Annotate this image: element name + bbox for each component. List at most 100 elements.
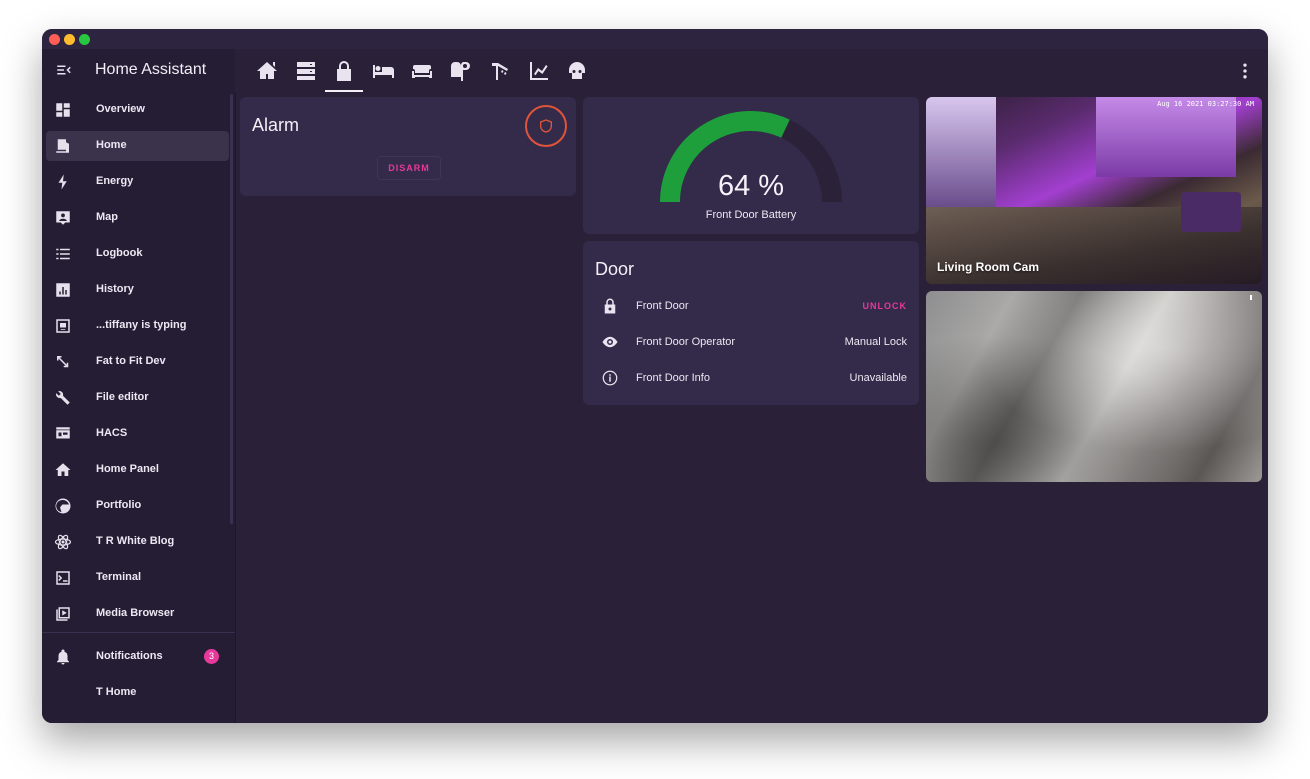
entity-row-front-door[interactable]: Front Door UNLOCK: [583, 291, 919, 321]
sidebar-scrollbar[interactable]: [230, 94, 233, 524]
sidebar: Home Assistant Overview Home Energy Map …: [42, 49, 236, 723]
entity-row-front-door-operator[interactable]: Front Door Operator Manual Lock: [583, 327, 919, 357]
unlock-button[interactable]: UNLOCK: [863, 301, 908, 311]
sidebar-item-portfolio[interactable]: Portfolio: [46, 491, 229, 521]
tablet-icon: [56, 319, 70, 333]
server-icon[interactable]: [294, 59, 318, 83]
zoom-window-button[interactable]: [79, 34, 90, 45]
entity-name: Front Door Operator: [636, 336, 736, 348]
sidebar-item-label: Terminal: [96, 571, 142, 583]
home-monitor-icon: [56, 139, 69, 153]
sidebar-item-logbook[interactable]: Logbook: [46, 239, 229, 269]
dashboard-icon: [56, 103, 70, 117]
sidebar-item-t-r-white-blog[interactable]: T R White Blog: [46, 527, 229, 557]
sidebar-item-label: Logbook: [96, 247, 143, 259]
second-camera-feed[interactable]: [926, 291, 1262, 482]
sidebar-header: Home Assistant: [42, 49, 235, 91]
play-box-icon: [56, 607, 70, 621]
sidebar-item-fat-to-fit-dev[interactable]: Fat to Fit Dev: [46, 347, 229, 377]
sidebar-item-label: History: [96, 283, 134, 295]
sidebar-item-label: Map: [96, 211, 118, 223]
lock-icon: [604, 298, 616, 314]
active-tab-indicator: [325, 90, 363, 92]
wrench-icon: [56, 391, 70, 405]
sidebar-item-label: Overview: [96, 103, 145, 115]
sidebar-item-label: T R White Blog: [96, 535, 175, 547]
shower-icon[interactable]: [488, 59, 512, 83]
list-icon: [56, 248, 70, 260]
camera-blur-overlay: [926, 291, 1262, 482]
chart-box-icon: [56, 283, 70, 297]
sidebar-item-label: Home Panel: [96, 463, 159, 475]
alarm-state-ring[interactable]: [525, 105, 567, 147]
more-options-icon[interactable]: [1235, 61, 1255, 81]
sofa-icon[interactable]: [410, 59, 434, 83]
camera-label: Living Room Cam: [937, 260, 1040, 274]
gauge-value: 64 %: [717, 170, 785, 202]
sidebar-item-home-panel[interactable]: Home Panel: [46, 455, 229, 485]
eye-icon: [602, 336, 618, 348]
user-name: T Home: [96, 686, 137, 698]
disarm-button[interactable]: DISARM: [377, 156, 441, 180]
toilet-paper-icon[interactable]: [449, 59, 473, 83]
sidebar-item-map[interactable]: Map: [46, 203, 229, 233]
shield-icon: [540, 119, 552, 133]
sidebar-item-terminal[interactable]: Terminal: [46, 563, 229, 593]
alarm-card: Alarm DISARM: [240, 97, 576, 196]
home-roof-icon[interactable]: [255, 59, 279, 83]
app-window: Home Assistant Overview Home Energy Map …: [42, 29, 1268, 723]
sidebar-item-notifications[interactable]: Notifications 3: [46, 642, 229, 672]
resize-arrows-icon: [57, 356, 69, 368]
hacs-store-icon: [56, 427, 70, 439]
sidebar-item-user[interactable]: T Home: [46, 678, 229, 708]
bell-icon: [57, 649, 69, 665]
sidebar-item-hacs[interactable]: HACS: [46, 419, 229, 449]
sidebar-item-tiffany-typing[interactable]: ...tiffany is typing: [46, 311, 229, 341]
sidebar-item-label: HACS: [96, 427, 128, 439]
entity-row-front-door-info[interactable]: Front Door Info Unavailable: [583, 363, 919, 393]
sidebar-item-history[interactable]: History: [46, 275, 229, 305]
sidebar-item-media-browser[interactable]: Media Browser: [46, 599, 229, 629]
sidebar-item-label: Media Browser: [96, 607, 175, 619]
sidebar-item-label: Portfolio: [96, 499, 142, 511]
lightning-bolt-icon: [58, 174, 67, 190]
camera-scene-wall: [1096, 97, 1236, 177]
globe-icon: [55, 498, 71, 514]
sidebar-item-label: Fat to Fit Dev: [96, 355, 166, 367]
sidebar-item-overview[interactable]: Overview: [46, 95, 229, 125]
lock-icon[interactable]: [332, 59, 356, 83]
sidebar-item-label: Energy: [96, 175, 134, 187]
bed-icon[interactable]: [371, 59, 395, 83]
menu-collapse-icon[interactable]: [55, 61, 73, 79]
dashboard-tab-bar: [235, 49, 1268, 93]
alarm-title: Alarm: [252, 115, 300, 135]
atom-icon: [54, 534, 72, 550]
robot-head-icon[interactable]: [565, 59, 589, 83]
sidebar-item-label: Home: [96, 139, 127, 151]
battery-gauge-card[interactable]: 64 % Front Door Battery: [583, 97, 919, 234]
map-account-icon: [56, 211, 70, 225]
camera-timestamp: Aug 16 2021 03:27:30 AM: [1157, 100, 1254, 108]
minimize-window-button[interactable]: [64, 34, 75, 45]
sidebar-item-label: ...tiffany is typing: [96, 319, 187, 331]
app-title: Home Assistant: [95, 61, 207, 78]
door-card: Door Front Door UNLOCK Front Door Operat…: [583, 241, 919, 405]
sidebar-item-label: File editor: [96, 391, 149, 403]
entity-state: Unavailable: [849, 372, 907, 384]
entity-name: Front Door Info: [636, 372, 710, 384]
close-window-button[interactable]: [49, 34, 60, 45]
sidebar-item-energy[interactable]: Energy: [46, 167, 229, 197]
house-icon: [55, 463, 71, 476]
notification-count-badge: 3: [204, 649, 219, 664]
chart-line-icon[interactable]: [527, 59, 551, 83]
living-room-camera-feed[interactable]: Aug 16 2021 03:27:30 AM Living Room Cam: [926, 97, 1262, 284]
gauge-name: Front Door Battery: [705, 209, 797, 221]
console-icon: [56, 571, 70, 585]
door-title: Door: [595, 259, 635, 279]
entity-state: Manual Lock: [844, 336, 907, 348]
entity-name: Front Door: [636, 300, 689, 312]
camera-scene-device: [1181, 192, 1241, 232]
sidebar-divider: [42, 632, 235, 633]
sidebar-item-file-editor[interactable]: File editor: [46, 383, 229, 413]
sidebar-item-home[interactable]: Home: [46, 131, 229, 161]
